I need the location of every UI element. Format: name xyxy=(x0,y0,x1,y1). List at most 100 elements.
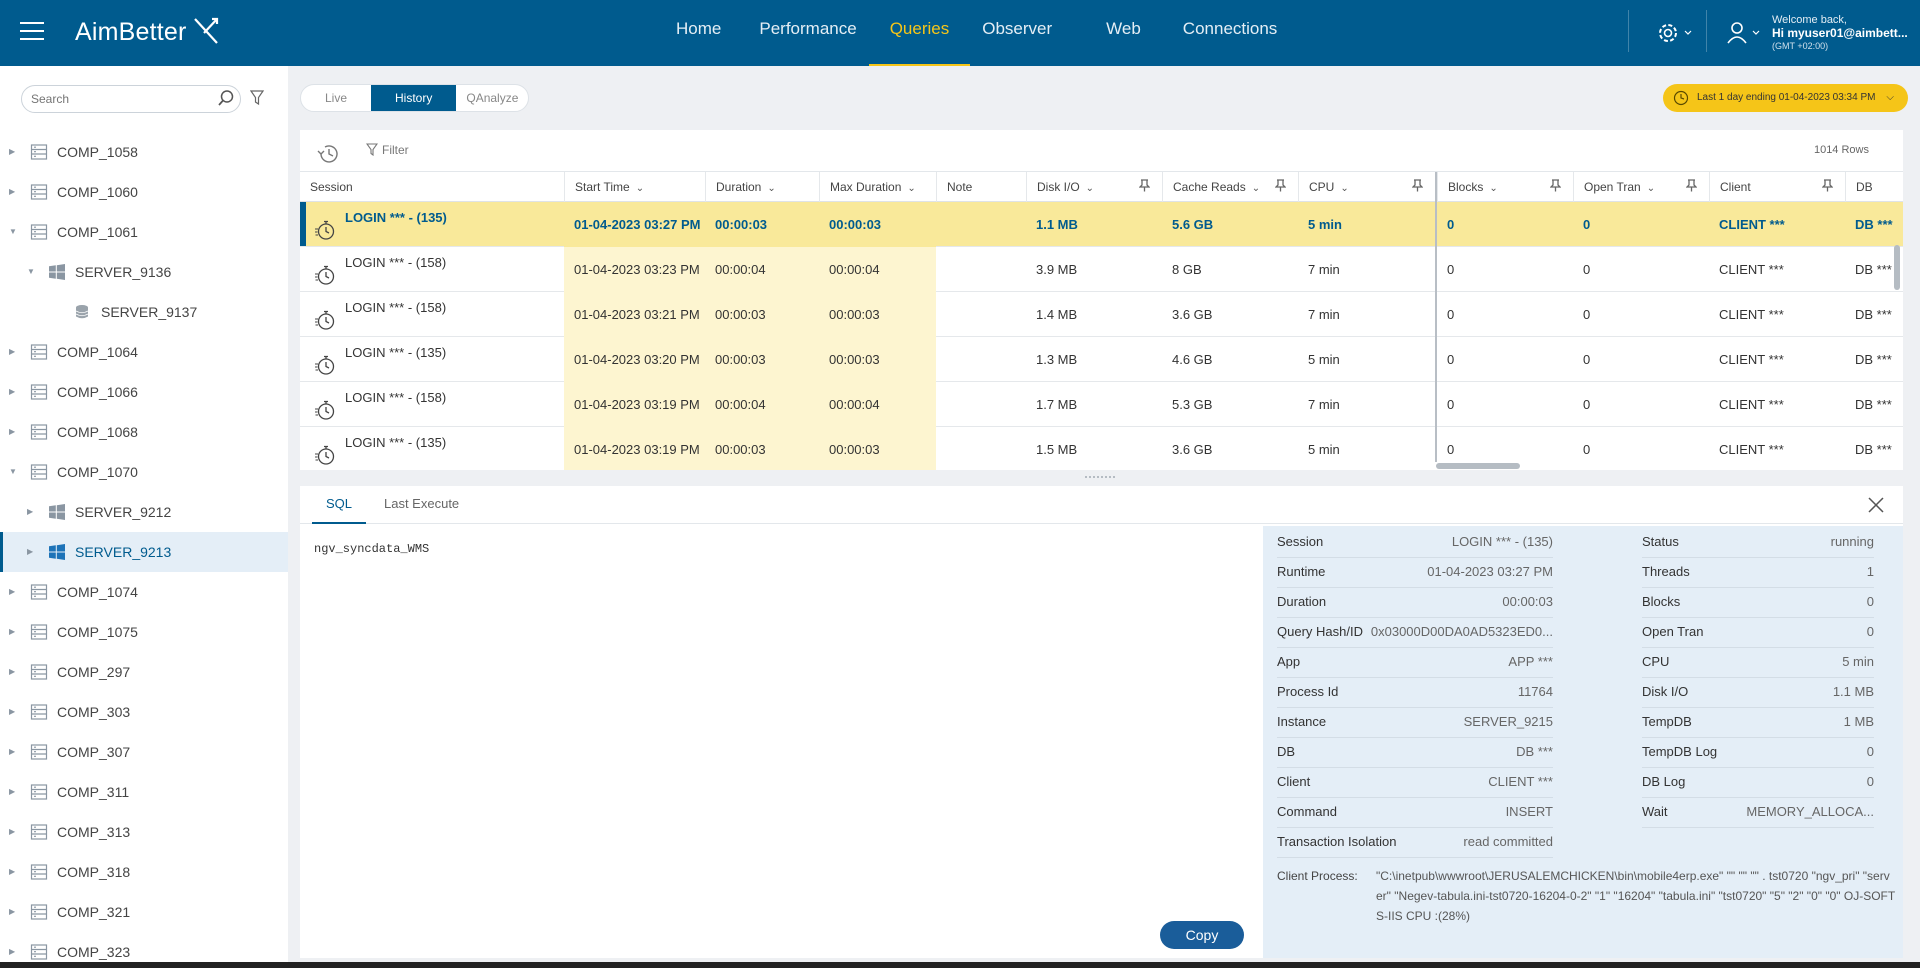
pin-icon[interactable] xyxy=(1685,172,1698,202)
filter-button[interactable]: Filter xyxy=(365,143,409,157)
pin-icon[interactable] xyxy=(1549,172,1562,202)
caret-down-icon[interactable]: ▼ xyxy=(27,267,35,276)
column-header-cpu[interactable]: CPU ⌄ xyxy=(1298,172,1435,202)
column-header-session[interactable]: Session xyxy=(300,172,564,202)
info-value[interactable]: 1.1 MB xyxy=(1833,684,1874,699)
table-row[interactable]: LOGIN *** - (158) 01-04-2023 03:19 PM 00:0… xyxy=(300,382,1903,427)
info-value[interactable]: LOGIN *** - (135) xyxy=(1452,534,1553,549)
info-value[interactable]: 5 min xyxy=(1842,654,1874,669)
caret-right-icon[interactable]: ▶ xyxy=(9,947,15,956)
tab-last-execute[interactable]: Last Execute xyxy=(370,486,473,524)
info-value[interactable]: SERVER_9215 xyxy=(1464,714,1553,729)
copy-button[interactable]: Copy xyxy=(1160,921,1244,949)
resize-handle[interactable] xyxy=(1085,476,1115,480)
caret-right-icon[interactable]: ▶ xyxy=(9,747,15,756)
tree-item-comp_307[interactable]: ▶ COMP_307 xyxy=(0,732,288,772)
caret-down-icon[interactable]: ▼ xyxy=(9,467,17,476)
sort-chevron-icon[interactable]: ⌄ xyxy=(767,183,775,194)
sort-chevron-icon[interactable]: ⌄ xyxy=(1086,183,1094,194)
tree-item-comp_318[interactable]: ▶ COMP_318 xyxy=(0,852,288,892)
tree-item-comp_1064[interactable]: ▶ COMP_1064 xyxy=(0,332,288,372)
caret-right-icon[interactable]: ▶ xyxy=(27,507,33,516)
tree-item-comp_313[interactable]: ▶ COMP_313 xyxy=(0,812,288,852)
info-value[interactable]: 0 xyxy=(1867,744,1874,759)
caret-right-icon[interactable]: ▶ xyxy=(9,627,15,636)
column-header-max-duration[interactable]: Max Duration ⌄ xyxy=(819,172,936,202)
tree-item-comp_1060[interactable]: ▶ COMP_1060 xyxy=(0,172,288,212)
tree-item-server_9213[interactable]: ▶ SERVER_9213 xyxy=(0,532,288,572)
tree-item-comp_1061[interactable]: ▼ COMP_1061 xyxy=(0,212,288,252)
welcome-block[interactable]: Welcome back, Hi myuser01@aimbett... (GM… xyxy=(1772,14,1908,53)
filter-icon[interactable] xyxy=(250,90,264,106)
tree-item-server_9136[interactable]: ▼ SERVER_9136 xyxy=(0,252,288,292)
caret-right-icon[interactable]: ▶ xyxy=(9,667,15,676)
client-process-value[interactable]: "C:\inetpub\wwwroot\JERUSALEMCHICKEN\bin… xyxy=(1376,866,1896,926)
sql-text[interactable]: ngv_syncdata_WMS xyxy=(314,542,429,556)
sort-chevron-icon[interactable]: ⌄ xyxy=(1340,183,1348,194)
nav-observer[interactable]: Observer xyxy=(970,0,1064,66)
column-header-cache-reads[interactable]: Cache Reads ⌄ xyxy=(1162,172,1298,202)
column-header-blocks[interactable]: Blocks ⌄ xyxy=(1437,172,1573,202)
pin-icon[interactable] xyxy=(1274,172,1287,202)
toggle-live[interactable]: Live xyxy=(301,85,371,111)
tree-item-comp_1074[interactable]: ▶ COMP_1074 xyxy=(0,572,288,612)
info-value[interactable]: running xyxy=(1831,534,1874,549)
table-row[interactable]: LOGIN *** - (135) 01-04-2023 03:19 PM 00:0… xyxy=(300,427,1903,470)
tree-item-comp_321[interactable]: ▶ COMP_321 xyxy=(0,892,288,932)
info-value[interactable]: 01-04-2023 03:27 PM xyxy=(1427,564,1553,579)
search-input[interactable] xyxy=(21,85,241,113)
info-value[interactable]: APP *** xyxy=(1508,654,1553,669)
sort-chevron-icon[interactable]: ⌄ xyxy=(907,183,915,194)
tree-item-comp_303[interactable]: ▶ COMP_303 xyxy=(0,692,288,732)
menu-icon[interactable] xyxy=(20,22,44,42)
info-value[interactable]: 0x03000D00DA0AD5323ED0... xyxy=(1371,624,1553,639)
history-icon[interactable] xyxy=(316,142,342,166)
caret-right-icon[interactable]: ▶ xyxy=(9,587,15,596)
column-header-note[interactable]: Note xyxy=(936,172,1026,202)
info-value[interactable]: 11764 xyxy=(1518,684,1553,699)
info-value[interactable]: 0 xyxy=(1867,624,1874,639)
caret-right-icon[interactable]: ▶ xyxy=(27,547,33,556)
tree-item-comp_1070[interactable]: ▼ COMP_1070 xyxy=(0,452,288,492)
tree-item-server_9137[interactable]: SERVER_9137 xyxy=(0,292,288,332)
caret-down-icon[interactable]: ▼ xyxy=(9,227,17,236)
pinned-divider[interactable] xyxy=(1435,172,1437,462)
nav-queries[interactable]: Queries xyxy=(868,0,971,66)
tree-item-comp_323[interactable]: ▶ COMP_323 xyxy=(0,932,288,966)
tab-sql[interactable]: SQL xyxy=(312,486,367,524)
tree-item-comp_1066[interactable]: ▶ COMP_1066 xyxy=(0,372,288,412)
tree-item-comp_311[interactable]: ▶ COMP_311 xyxy=(0,772,288,812)
caret-right-icon[interactable]: ▶ xyxy=(9,787,15,796)
nav-web[interactable]: Web xyxy=(1094,0,1153,66)
column-header-start[interactable]: Start Time ⌄ xyxy=(564,172,705,202)
sort-chevron-icon[interactable]: ⌄ xyxy=(1489,183,1497,194)
caret-right-icon[interactable]: ▶ xyxy=(9,187,15,196)
nav-home[interactable]: Home xyxy=(664,0,733,66)
info-value[interactable]: 1 xyxy=(1867,564,1874,579)
time-range-picker[interactable]: Last 1 day ending 01-04-2023 03:34 PM ⌵ xyxy=(1663,84,1908,112)
caret-right-icon[interactable]: ▶ xyxy=(9,427,15,436)
info-value[interactable]: read committed xyxy=(1463,834,1553,849)
toggle-qanalyze[interactable]: QAnalyze xyxy=(456,85,528,111)
user-icon[interactable] xyxy=(1725,20,1765,46)
tree-item-server_9212[interactable]: ▶ SERVER_9212 xyxy=(0,492,288,532)
table-row[interactable]: LOGIN *** - (158) 01-04-2023 03:21 PM 00:0… xyxy=(300,292,1903,337)
pin-icon[interactable] xyxy=(1821,172,1834,202)
caret-right-icon[interactable]: ▶ xyxy=(9,387,15,396)
settings-gear-icon[interactable] xyxy=(1655,20,1695,46)
close-icon[interactable] xyxy=(1867,496,1885,514)
table-row[interactable]: LOGIN *** - (158) 01-04-2023 03:23 PM 00:0… xyxy=(300,247,1903,292)
caret-right-icon[interactable]: ▶ xyxy=(9,907,15,916)
toggle-history[interactable]: History xyxy=(371,85,457,111)
info-value[interactable]: CLIENT *** xyxy=(1488,774,1553,789)
caret-right-icon[interactable]: ▶ xyxy=(9,347,15,356)
info-value[interactable]: 0 xyxy=(1867,774,1874,789)
caret-right-icon[interactable]: ▶ xyxy=(9,827,15,836)
info-value[interactable]: 00:00:03 xyxy=(1502,594,1553,609)
horizontal-scrollbar[interactable] xyxy=(1436,463,1520,469)
nav-performance[interactable]: Performance xyxy=(747,0,868,66)
column-header-db[interactable]: DB xyxy=(1845,172,1895,202)
info-value[interactable]: INSERT xyxy=(1506,804,1553,819)
tree-item-comp_297[interactable]: ▶ COMP_297 xyxy=(0,652,288,692)
column-header-open-tran[interactable]: Open Tran ⌄ xyxy=(1573,172,1709,202)
